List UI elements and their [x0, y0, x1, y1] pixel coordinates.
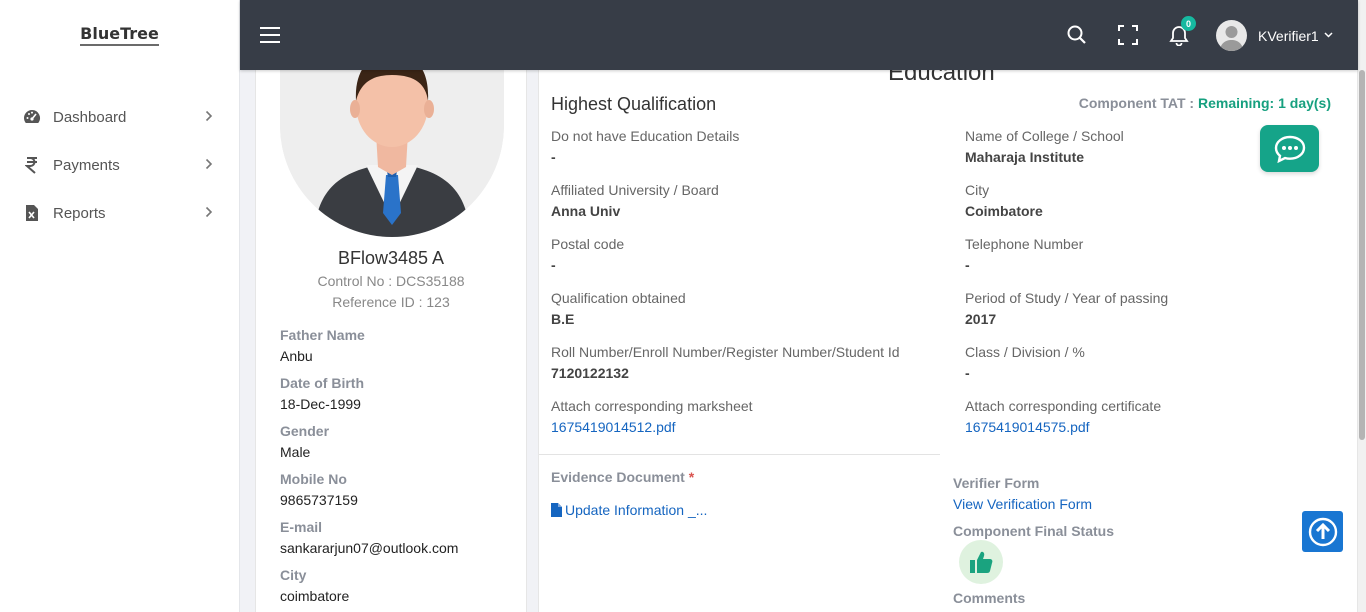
chevron-right-icon — [205, 157, 217, 173]
username: KVerifier1 — [1258, 27, 1319, 44]
sidebar-item-label: Payments — [53, 156, 120, 174]
field-label: City — [965, 182, 990, 198]
field-value: - — [551, 149, 556, 165]
top-navbar: 0 KVerifier1 — [240, 0, 1358, 70]
highest-qualification-title: Highest Qualification — [551, 94, 717, 114]
required-asterisk: * — [688, 469, 695, 485]
component-final-status-label: Component Final Status — [953, 523, 1114, 539]
dob-value: 18-Dec-1999 — [280, 396, 361, 412]
field-value: - — [551, 257, 556, 273]
email-label: E-mail — [280, 519, 323, 535]
field-value: B.E — [551, 311, 575, 327]
file-icon — [551, 503, 562, 517]
control-number: Control No : DCS35188 — [317, 273, 465, 289]
field-label: Period of Study / Year of passing — [965, 290, 1169, 306]
chevron-right-icon — [205, 109, 217, 125]
gender-label: Gender — [280, 423, 330, 439]
sidebar-nav: Dashboard Payments Reports — [0, 93, 239, 237]
excel-file-icon — [22, 203, 42, 223]
father-name-label: Father Name — [280, 327, 365, 343]
brand-logo[interactable]: BlueTree — [0, 0, 239, 70]
chat-button[interactable] — [1260, 125, 1319, 172]
field-label: Roll Number/Enroll Number/Register Numbe… — [551, 344, 900, 360]
evidence-document-label: Evidence Document * — [551, 469, 695, 485]
sidebar-item-reports[interactable]: Reports — [0, 189, 239, 237]
field-value: - — [965, 257, 970, 273]
education-panel: Education Highest Qualification Componen… — [538, 40, 1358, 612]
mobile-value: 9865737159 — [280, 492, 358, 508]
candidate-profile-card: BFlow3485 A Control No : DCS35188 Refere… — [255, 40, 527, 612]
field-value: - — [965, 365, 970, 381]
field-label: Telephone Number — [965, 236, 1084, 252]
field-label: Attach corresponding marksheet — [551, 398, 753, 414]
field-value: 7120122132 — [551, 365, 629, 381]
field-label: Postal code — [551, 236, 625, 252]
dob-label: Date of Birth — [280, 375, 364, 391]
view-verification-form-link[interactable]: View Verification Form — [953, 496, 1092, 512]
divider — [539, 454, 940, 455]
field-value: Coimbatore — [965, 203, 1043, 219]
user-avatar-icon — [1216, 20, 1247, 51]
father-name-value: Anbu — [280, 348, 313, 364]
notification-bell-icon[interactable]: 0 — [1168, 16, 1196, 47]
city-value: coimbatore — [280, 588, 350, 604]
field-label: Attach corresponding certificate — [965, 398, 1162, 414]
sidebar-item-payments[interactable]: Payments — [0, 141, 239, 189]
field-label: Qualification obtained — [551, 290, 686, 306]
chevron-down-icon — [1324, 30, 1333, 41]
field-label: Affiliated University / Board — [551, 182, 719, 198]
field-label: Do not have Education Details — [551, 128, 740, 144]
tat-label: Component TAT : — [1078, 95, 1198, 111]
scrollbar-thumb[interactable] — [1359, 70, 1365, 440]
component-tat: Component TAT : Remaining: 1 day(s) — [1079, 95, 1331, 111]
gender-value: Male — [280, 444, 311, 460]
mobile-label: Mobile No — [280, 471, 347, 487]
field-value: Maharaja Institute — [965, 149, 1085, 165]
marksheet-file-link[interactable]: 1675419014512.pdf — [551, 419, 676, 435]
chat-bubble-icon — [1274, 135, 1306, 163]
sidebar: BlueTree Dashboard Payments Reports — [0, 0, 240, 612]
scroll-to-top-button[interactable] — [1302, 511, 1343, 552]
certificate-file-link[interactable]: 1675419014575.pdf — [965, 419, 1090, 435]
update-information-label: Update Information _... — [565, 502, 708, 518]
hamburger-menu-icon[interactable] — [260, 27, 280, 43]
sidebar-item-dashboard[interactable]: Dashboard — [0, 93, 239, 141]
verifier-form-label: Verifier Form — [953, 475, 1040, 491]
comments-label: Comments — [953, 590, 1026, 606]
tat-remaining: Remaining: 1 day(s) — [1197, 95, 1331, 111]
update-information-link[interactable]: Update Information _... — [551, 502, 707, 518]
chevron-right-icon — [205, 205, 217, 221]
thumbs-up-icon — [959, 540, 1003, 584]
field-label: Name of College / School — [965, 128, 1124, 144]
rupee-icon — [22, 155, 42, 175]
brand-name: BlueTree — [80, 24, 159, 46]
field-label: Class / Division / % — [965, 344, 1085, 360]
sidebar-item-label: Dashboard — [53, 108, 127, 126]
field-value: Anna Univ — [551, 203, 621, 219]
arrow-up-circle-icon — [1308, 517, 1338, 547]
city-label: City — [280, 567, 307, 583]
user-menu[interactable]: KVerifier1 — [1216, 20, 1333, 51]
field-value: 2017 — [965, 311, 997, 327]
notification-count-badge: 0 — [1181, 16, 1196, 31]
search-icon[interactable] — [1066, 24, 1088, 46]
fullscreen-icon[interactable] — [1117, 24, 1139, 46]
email-value: sankararjun07@outlook.com — [280, 540, 459, 556]
reference-id: Reference ID : 123 — [332, 294, 450, 310]
candidate-name: BFlow3485 A — [337, 248, 445, 268]
candidate-photo — [280, 41, 504, 237]
sidebar-item-label: Reports — [53, 204, 106, 222]
gauge-icon — [22, 107, 42, 127]
